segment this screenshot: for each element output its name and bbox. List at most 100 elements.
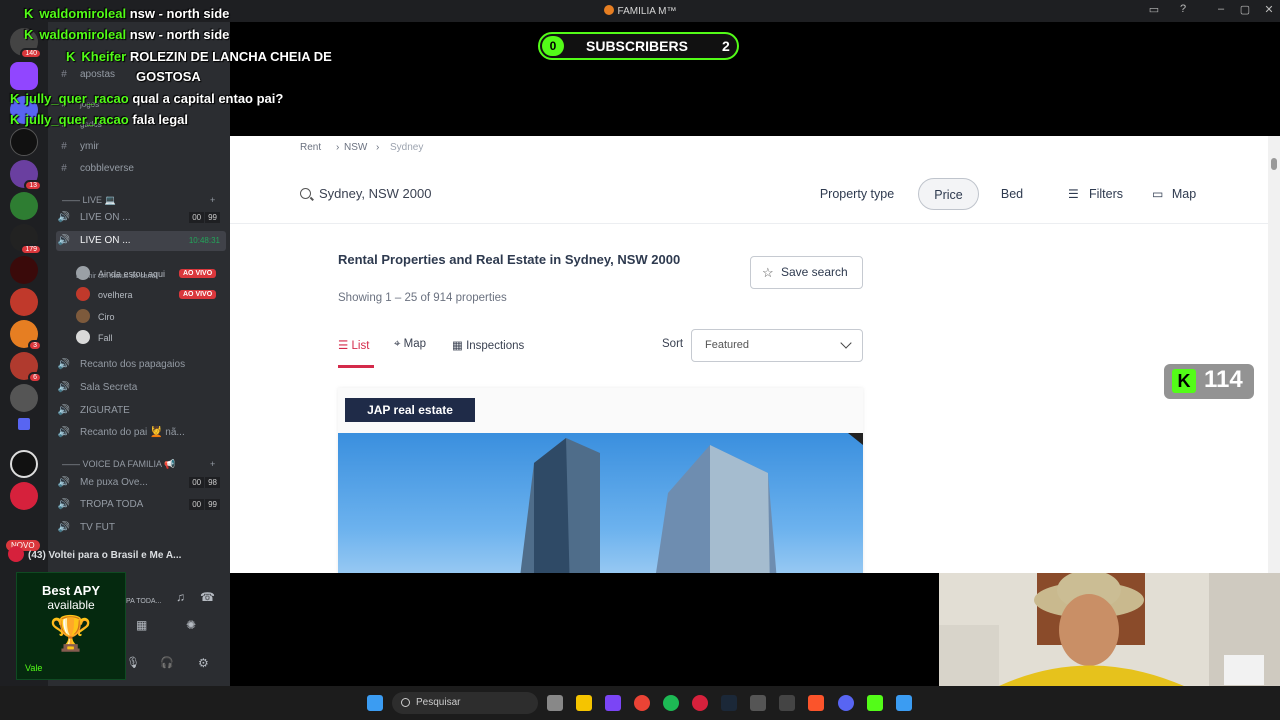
discord-icon[interactable]: [838, 695, 854, 711]
server-icon[interactable]: 3: [10, 320, 42, 351]
notification-badge: 179: [20, 244, 42, 255]
add-channel-icon[interactable]: +: [210, 459, 215, 469]
chat-message: K Kheifer ROLEZIN DE LANCHA CHEIA DE: [66, 49, 332, 64]
property-photo[interactable]: [338, 433, 863, 573]
search-icon: [401, 698, 410, 707]
minimize-button[interactable]: –: [1213, 3, 1229, 15]
kick-icon: K: [10, 91, 20, 106]
brave-icon[interactable]: [808, 695, 824, 711]
disconnect-icon[interactable]: ☎: [200, 590, 215, 604]
file-explorer-icon[interactable]: [576, 695, 592, 711]
server-icon[interactable]: 179: [10, 224, 42, 255]
server-icon[interactable]: [10, 256, 38, 284]
tab-map[interactable]: ⌖ Map: [394, 338, 426, 351]
price-filter[interactable]: Price: [918, 178, 979, 210]
mic-icon[interactable]: 🎙: [126, 656, 140, 669]
server-icon[interactable]: [10, 384, 38, 412]
scrollbar-thumb[interactable]: [1271, 158, 1277, 170]
category-live[interactable]: —— LIVE 💻 +: [62, 195, 215, 206]
screen-icon[interactable]: ▭: [1146, 3, 1162, 16]
headset-icon[interactable]: 🎧: [160, 656, 174, 669]
spotify-icon[interactable]: [663, 695, 679, 711]
voice-channel-live-2[interactable]: 🔊 LIVE ON ... 10:48:31: [56, 231, 226, 251]
voice-channel-me-puxa[interactable]: 🔊 Me puxa Ove... 00 98: [56, 473, 226, 493]
speaker-icon: 🔊: [57, 212, 71, 223]
add-channel-icon[interactable]: +: [210, 195, 215, 205]
voice-member[interactable]: Fall: [76, 329, 113, 347]
map-button[interactable]: ▭ Map: [1150, 178, 1198, 210]
save-search-button[interactable]: ☆ Save search: [750, 256, 863, 289]
notepad-icon[interactable]: [896, 695, 912, 711]
voice-channel-recanto[interactable]: 🔊 Recanto dos papagaios: [56, 355, 226, 375]
voice-member[interactable]: ovelhera: [76, 286, 133, 304]
property-card[interactable]: JAP real estate: [338, 388, 863, 573]
activity-app-icon: [8, 546, 24, 562]
help-icon[interactable]: ?: [1175, 3, 1191, 15]
kick-icon: K: [10, 112, 20, 127]
taskbar-search[interactable]: Pesquisar: [392, 692, 538, 714]
speaker-icon: 🔊: [57, 382, 71, 393]
chat-message: Kjully_quer_racao fala legal: [10, 112, 188, 127]
location-search-input[interactable]: Sydney, NSW 2000: [319, 186, 431, 201]
voice-channel-tv-fut[interactable]: 🔊 TV FUT: [56, 518, 226, 538]
kick-icon: K: [24, 27, 34, 42]
twitch-server-icon[interactable]: [10, 62, 38, 90]
soundboard-icon[interactable]: ♫: [176, 590, 185, 604]
chrome-icon[interactable]: [634, 695, 650, 711]
opera-icon[interactable]: [692, 695, 708, 711]
voice-member[interactable]: Ainda estou aqui: [76, 265, 165, 283]
channel-cobbleverse[interactable]: # cobbleverse: [56, 159, 226, 179]
notification-badge: 13: [24, 180, 42, 191]
krisp-icon[interactable]: ✺: [186, 618, 196, 632]
breadcrumb-rent[interactable]: Rent: [300, 142, 321, 153]
voice-channel-recanto-pai[interactable]: 🔊 Recanto do pai 💆 nã...: [56, 423, 226, 443]
page-scrollbar[interactable]: [1268, 136, 1280, 573]
server-icon[interactable]: [10, 288, 38, 316]
category-voice-da-familia[interactable]: —— VOICE DA FAMILIA 📢 +: [62, 459, 215, 470]
hash-icon: #: [61, 141, 67, 152]
promo-ad[interactable]: Best APY available 🏆 Vale: [16, 572, 126, 680]
speaker-icon: 🔊: [57, 359, 71, 370]
task-view-icon[interactable]: [547, 695, 563, 711]
tab-inspections[interactable]: ▦ Inspections: [452, 338, 524, 352]
app-grid-icon[interactable]: [605, 695, 621, 711]
settings-gear-icon[interactable]: ⚙: [198, 656, 209, 670]
voice-channel-live-1[interactable]: 🔊 LIVE ON ... 00 99: [56, 208, 226, 228]
server-icon[interactable]: [10, 192, 38, 220]
breadcrumb-separator: ›: [376, 142, 380, 153]
trophy-icon: 🏆: [49, 615, 93, 653]
map-icon: ▭: [1152, 187, 1164, 201]
maximize-button[interactable]: ▢: [1237, 3, 1253, 16]
sort-select[interactable]: Featured: [691, 329, 863, 362]
avatar: [76, 330, 90, 344]
close-button[interactable]: ✕: [1261, 3, 1277, 16]
voice-member[interactable]: Ciro: [76, 308, 115, 326]
breadcrumb-nsw[interactable]: NSW: [344, 142, 367, 153]
steam-icon[interactable]: [721, 695, 737, 711]
tab-list[interactable]: ☰ List: [338, 338, 369, 352]
chevron-down-icon: [840, 337, 852, 349]
screen: FAMILIA M™ ▭ ? – ▢ ✕ 140 13 179 3 6 NOVO…: [0, 0, 1280, 720]
kick-logo-icon: K: [1172, 369, 1196, 393]
voice-channel-sala-secreta[interactable]: 🔊 Sala Secreta: [56, 378, 226, 398]
kick-app-icon[interactable]: [867, 695, 883, 711]
server-icon[interactable]: [10, 450, 38, 478]
app-icon[interactable]: [779, 695, 795, 711]
server-icon[interactable]: 6: [10, 352, 42, 383]
folder-icon[interactable]: [18, 418, 30, 430]
notification-badge: 140: [20, 48, 42, 59]
channel-ymir[interactable]: # ymir: [56, 137, 226, 157]
server-icon[interactable]: 13: [10, 160, 42, 191]
activities-icon[interactable]: ▦: [136, 618, 147, 632]
activity-bar[interactable]: (43) Voltei para o Brasil e Me A...: [8, 546, 222, 570]
server-icon[interactable]: [10, 128, 38, 156]
opera-server-icon[interactable]: [10, 482, 38, 510]
voice-channel-tropa-toda[interactable]: 🔊 TROPA TODA 00 99: [56, 495, 226, 515]
filters-button[interactable]: ☰ Filters: [1066, 178, 1126, 210]
app-icon[interactable]: [750, 695, 766, 711]
voice-channel-zigurate[interactable]: 🔊 ZIGURATE: [56, 401, 226, 421]
bed-filter[interactable]: Bed: [994, 178, 1030, 210]
property-type-filter[interactable]: Property type: [812, 178, 902, 210]
kick-viewer-count: K 114: [1164, 364, 1254, 399]
start-button[interactable]: [367, 695, 383, 711]
